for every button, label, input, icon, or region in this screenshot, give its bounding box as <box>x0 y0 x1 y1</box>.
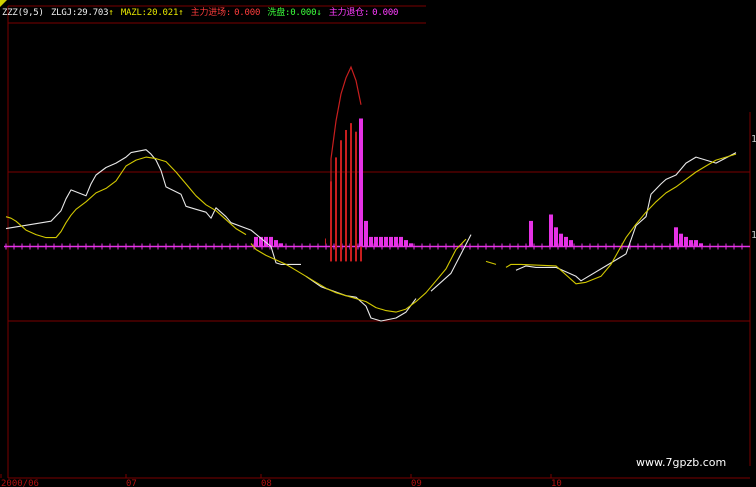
right-axis-label-2: 1 <box>751 230 756 241</box>
mazl-line <box>5 156 247 239</box>
exit-bar <box>694 240 698 247</box>
exit-bar <box>689 240 693 247</box>
exit-bar <box>679 233 683 247</box>
flow-value: 0.000 <box>290 8 317 18</box>
exit-bar <box>279 243 283 247</box>
entry-small-bar <box>345 238 346 245</box>
main-force-entry-label: 主力进场: <box>190 8 232 18</box>
main-force-exit-label: 主力退仓: <box>328 8 370 18</box>
indicator-legend: ZZZ(9,5) ZLGJ:29.703↑ MAZL:20.021↑ 主力进场:… <box>2 8 400 19</box>
right-axis-label-1: 1 <box>751 134 756 145</box>
exit-bar <box>359 118 363 247</box>
mazl-line <box>250 238 467 313</box>
mazl-arrow-icon: ↑ <box>178 8 184 18</box>
exit-bar <box>559 233 563 247</box>
corner-marker-icon <box>0 0 7 7</box>
x-tick-label: 09 <box>411 479 422 487</box>
indicator-chart: 2000/06 07 08 09 10 <box>0 5 751 487</box>
zlgj-label: ZLGJ: <box>50 8 78 18</box>
flow-label: 洗盘: <box>267 8 291 18</box>
exit-bar <box>364 236 368 247</box>
zlgj-line <box>305 275 417 322</box>
watermark: www.7gpzb.com <box>636 456 727 469</box>
exit-bar <box>384 236 388 247</box>
x-tick-label: 10 <box>551 479 562 487</box>
mazl-line <box>505 153 737 285</box>
exit-bar <box>409 243 413 247</box>
zlgj-arrow-icon: ↑ <box>108 8 114 18</box>
exit-bar <box>404 240 408 247</box>
entry-bar <box>335 157 337 262</box>
exit-bar <box>379 236 383 247</box>
x-tick-label: 08 <box>261 479 272 487</box>
exit-bar <box>394 236 398 247</box>
entry-small-bar <box>335 238 336 245</box>
exit-bar <box>699 243 703 247</box>
exit-bar <box>674 227 678 247</box>
entry-small-bar <box>325 238 326 245</box>
exit-bar <box>359 236 363 247</box>
entry-small-bar <box>355 238 356 245</box>
exit-bar <box>554 227 558 247</box>
exit-bar <box>564 236 568 247</box>
mazl-line <box>485 260 497 265</box>
exit-bar <box>684 236 688 247</box>
exit-bar <box>389 236 393 247</box>
exit-bar <box>399 236 403 247</box>
x-tick-label: 2000/06 <box>1 479 39 487</box>
exit-bar <box>374 236 378 247</box>
main-force-exit-value: 0.000 <box>372 8 399 18</box>
indicator-name: ZZZ(9,5) <box>2 8 44 18</box>
exit-bar <box>274 240 278 247</box>
zlgj-value: 29.703 <box>77 8 109 18</box>
main-force-entry-value: 0.000 <box>234 8 261 18</box>
exit-bar <box>369 236 373 247</box>
exit-bar <box>254 236 258 247</box>
entry-small-bar <box>340 238 341 245</box>
exit-bar <box>549 214 553 247</box>
zlgj-line <box>430 234 472 292</box>
entry-small-bar <box>350 238 351 245</box>
exit-bar <box>529 220 533 247</box>
flow-arrow-icon: ↓ <box>316 8 322 18</box>
mazl-value: 20.021 <box>146 8 179 18</box>
x-tick-label: 07 <box>126 479 137 487</box>
exit-bar <box>569 240 573 247</box>
mazl-label: MAZL: <box>120 8 147 18</box>
